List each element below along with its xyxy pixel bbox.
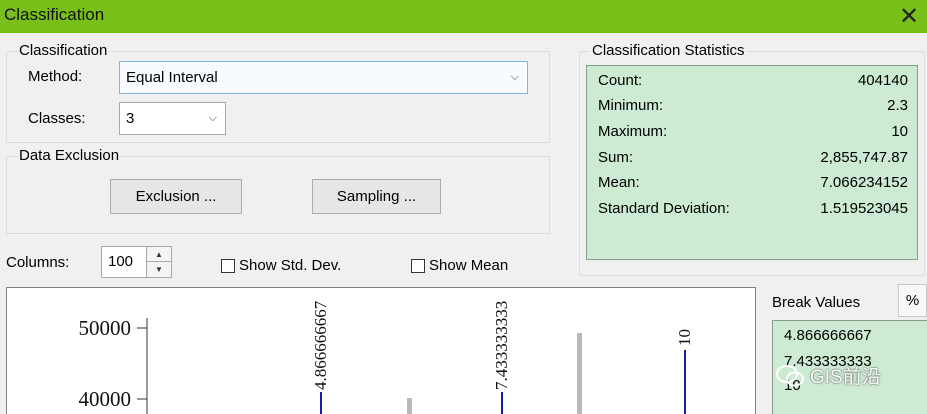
window-title: Classification	[4, 5, 105, 24]
stat-row-count: Count: 404140	[598, 72, 908, 94]
triangle-down-icon: ▼	[155, 265, 163, 274]
close-icon: ✕	[898, 3, 920, 30]
show-mean-checkbox[interactable]: Show Mean	[411, 257, 508, 274]
watermark-right: GIS前沿	[776, 362, 881, 389]
columns-value: 100	[108, 253, 134, 270]
stat-value: 7.066234152	[820, 174, 908, 191]
stat-row-sum: Sum: 2,855,747.87	[598, 149, 908, 171]
chevron-down-icon: ⌵	[208, 111, 217, 124]
break-label: 4.866666667	[311, 300, 330, 390]
columns-spinner[interactable]: 100 ▲ ▼	[101, 246, 172, 278]
columns-label: Columns:	[6, 254, 70, 271]
spin-up-button[interactable]: ▲	[146, 247, 171, 262]
y-tick-label: 50000	[79, 316, 132, 340]
stat-name: Standard Deviation:	[598, 200, 730, 217]
classes-value: 3	[126, 110, 135, 127]
stat-value: 1.519523045	[820, 200, 908, 217]
histogram-bar	[407, 398, 412, 414]
classes-label: Classes:	[28, 110, 86, 127]
stat-value: 2,855,747.87	[820, 149, 908, 166]
percent-button[interactable]: %	[898, 284, 927, 317]
statistics-group-label: Classification Statistics	[590, 42, 747, 59]
title-bar: Classification ✕	[0, 0, 927, 33]
classification-group-label: Classification	[17, 42, 110, 59]
stat-row-minimum: Minimum: 2.3	[598, 97, 908, 119]
show-std-dev-checkbox[interactable]: Show Std. Dev.	[221, 257, 341, 274]
show-std-dev-label: Show Std. Dev.	[239, 257, 342, 274]
stat-value: 404140	[857, 72, 908, 89]
stat-name: Maximum:	[598, 123, 668, 140]
method-value: Equal Interval	[126, 69, 218, 86]
data-exclusion-group	[6, 156, 550, 234]
stat-name: Mean:	[598, 174, 640, 191]
checkbox-icon	[411, 258, 425, 273]
exclusion-button[interactable]: Exclusion ...	[110, 179, 242, 214]
data-exclusion-group-label: Data Exclusion	[17, 147, 122, 164]
stat-name: Count:	[598, 72, 643, 89]
histogram[interactable]: 50000 40000 4.866666667 7.433333333 10	[6, 287, 756, 414]
stat-value: 10	[891, 123, 908, 140]
show-mean-label: Show Mean	[429, 257, 509, 274]
y-tick-label: 40000	[79, 387, 132, 411]
stat-name: Minimum:	[598, 97, 664, 114]
stat-row-maximum: Maximum: 10	[598, 123, 908, 145]
method-label: Method:	[28, 68, 83, 85]
break-value-item[interactable]: 4.866666667	[784, 327, 872, 344]
stat-name: Sum:	[598, 149, 634, 166]
wechat-logo-icon	[776, 364, 804, 386]
break-values-label: Break Values	[772, 294, 861, 311]
break-label: 7.433333333	[492, 301, 511, 390]
histogram-plot: 50000 40000 4.866666667 7.433333333 10	[79, 300, 694, 414]
stat-row-std-dev: Standard Deviation: 1.519523045	[598, 200, 908, 222]
watermark-left: 大图	[6, 392, 39, 409]
chevron-down-icon: ⌵	[510, 70, 519, 83]
stat-value: 2.3	[887, 97, 908, 114]
spin-down-button[interactable]: ▼	[146, 262, 171, 277]
break-label: 10	[675, 329, 694, 346]
checkbox-icon	[221, 258, 235, 273]
method-dropdown[interactable]: Equal Interval ⌵	[119, 61, 528, 94]
statistics-panel: Count: 404140 Minimum: 2.3 Maximum: 10 S…	[586, 65, 918, 260]
histogram-bar	[577, 333, 582, 414]
classes-dropdown[interactable]: 3 ⌵	[119, 102, 226, 135]
triangle-up-icon: ▲	[155, 249, 163, 259]
stat-row-mean: Mean: 7.066234152	[598, 174, 908, 196]
watermark-right-text: GIS前沿	[810, 367, 881, 388]
sampling-button[interactable]: Sampling ...	[312, 179, 441, 214]
close-button[interactable]: ✕	[891, 0, 927, 33]
